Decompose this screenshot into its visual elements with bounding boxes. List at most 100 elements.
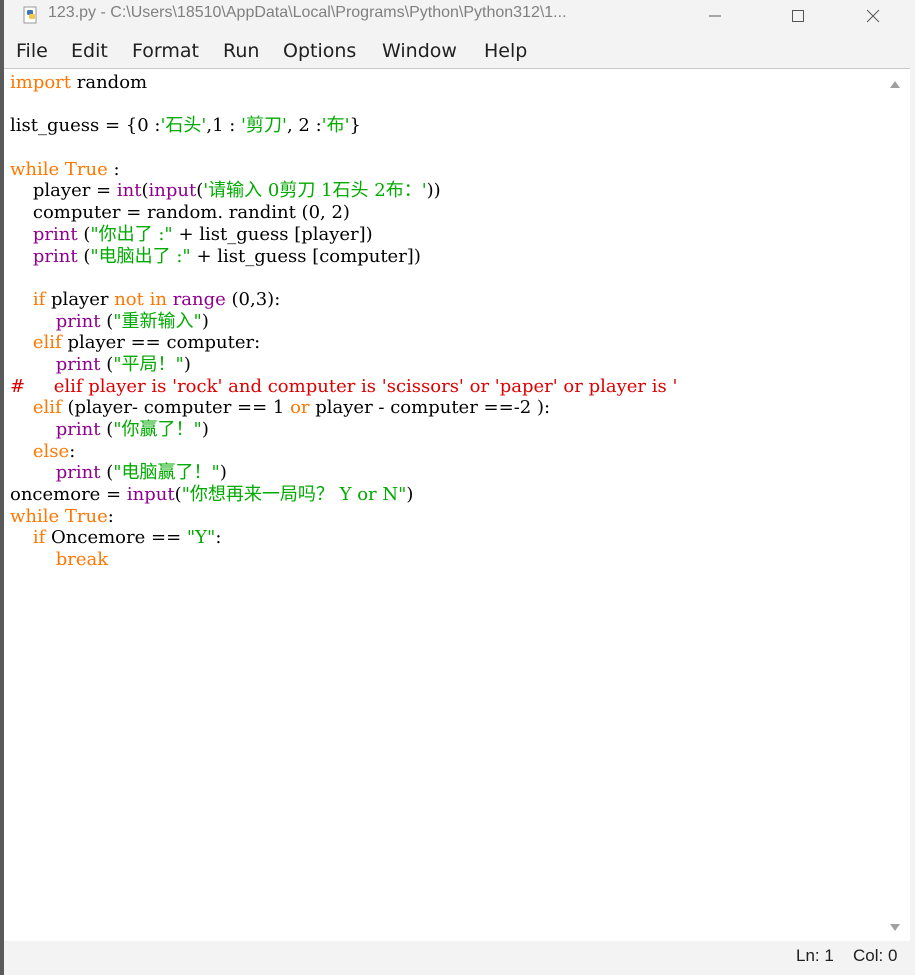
minimize-button[interactable] <box>687 0 743 32</box>
code-token: : <box>215 527 222 549</box>
code-token: or <box>290 397 310 419</box>
code-token: ( <box>100 462 114 484</box>
code-token: ( <box>77 245 91 267</box>
code-token: + list_guess [player]) <box>172 223 373 245</box>
code-token: print <box>55 310 101 332</box>
code-line: if Oncemore == "Y": <box>10 527 677 549</box>
code-token: ( <box>100 353 114 375</box>
code-line: print ("平局！") <box>10 354 677 376</box>
code-line: break <box>10 549 677 571</box>
code-token: else <box>32 440 70 462</box>
code-token: ( <box>77 223 91 245</box>
code-line: print ("你出了 :" + list_guess [player]) <box>10 224 677 246</box>
code-token: ) <box>406 484 414 506</box>
menu-options[interactable]: Options <box>283 40 356 62</box>
code-token: True <box>64 505 108 527</box>
menu-file[interactable]: File <box>16 40 48 62</box>
code-token: (0,3): <box>225 288 281 310</box>
scroll-down-icon[interactable] <box>888 920 902 932</box>
code-token: int <box>116 180 142 202</box>
code-token: , 2 : <box>286 115 322 137</box>
code-token: # elif player is 'rock' and computer is … <box>10 375 678 397</box>
python-file-icon <box>22 6 40 24</box>
code-token: "重新输入" <box>113 310 202 332</box>
close-button[interactable] <box>845 0 901 32</box>
code-token: random <box>71 72 148 93</box>
code-token: ) <box>201 419 209 440</box>
status-bar: Ln: 1 Col: 0 <box>4 941 915 975</box>
code-token: not <box>114 288 144 310</box>
code-line: player = int(input('请输入 0剪刀 1石头 2布：')) <box>10 180 677 202</box>
code-token: True <box>64 158 108 180</box>
code-token: print <box>55 462 101 484</box>
code-line: print ("重新输入") <box>10 311 677 333</box>
code-token: print <box>32 223 78 245</box>
code-editor[interactable]: import random list_guess = {0 :'石头',1 : '… <box>4 68 910 942</box>
code-token: computer = random. randint (0, 2) <box>10 202 350 224</box>
code-text-area[interactable]: import random list_guess = {0 :'石头',1 : '… <box>10 72 677 571</box>
code-token: print <box>32 245 78 267</box>
idle-editor-window: 123.py - C:\Users\18510\AppData\Local\Pr… <box>0 0 915 975</box>
code-token: "Y" <box>186 527 216 549</box>
title-bar[interactable]: 123.py - C:\Users\18510\AppData\Local\Pr… <box>4 0 915 32</box>
code-token: oncemore = <box>10 484 127 506</box>
code-token: while <box>10 505 60 527</box>
code-line: # elif player is 'rock' and computer is … <box>10 376 677 398</box>
code-token: : <box>69 440 76 462</box>
menu-run[interactable]: Run <box>223 40 259 62</box>
column-number-status: Col: 0 <box>853 946 898 965</box>
code-token: ,1 : <box>206 115 242 137</box>
code-line: elif player == computer: <box>10 332 677 354</box>
code-token: Oncemore == <box>45 527 187 549</box>
menu-edit[interactable]: Edit <box>71 40 108 62</box>
vertical-scrollbar[interactable] <box>884 70 906 938</box>
maximize-button[interactable] <box>770 0 826 32</box>
code-token: ( <box>100 419 114 440</box>
code-token: : <box>107 505 114 527</box>
menu-format[interactable]: Format <box>132 40 199 62</box>
code-token: input <box>148 180 197 202</box>
code-line: else: <box>10 441 677 463</box>
code-token: if <box>32 288 46 310</box>
code-token: input <box>126 484 175 506</box>
code-line: elif (player- computer == 1 or player - … <box>10 397 677 419</box>
code-token: print <box>55 353 101 375</box>
code-token: '请输入 0剪刀 1石头 2布：' <box>203 180 427 202</box>
code-line: import random <box>10 72 677 94</box>
code-token: player <box>45 288 115 310</box>
code-token: "平局！" <box>113 353 184 375</box>
code-token: player == computer: <box>61 332 261 354</box>
code-line: print ("电脑出了 :" + list_guess [computer]) <box>10 246 677 268</box>
code-token: while <box>10 158 60 180</box>
menu-help[interactable]: Help <box>484 40 527 62</box>
menu-bar: File Edit Format Run Options Window Help <box>4 34 915 68</box>
code-token: )) <box>426 180 441 202</box>
code-token: print <box>55 419 101 440</box>
code-token: ( <box>100 310 114 332</box>
code-token: elif <box>32 397 62 419</box>
minimize-icon <box>708 9 722 23</box>
maximize-icon <box>791 9 805 23</box>
code-line: oncemore = input("你想再来一局吗？ Y or N") <box>10 484 677 506</box>
scroll-up-icon[interactable] <box>888 78 902 90</box>
code-token: "你想再来一局吗？ Y or N" <box>181 484 407 506</box>
code-line: while True: <box>10 506 677 528</box>
code-token: } <box>349 115 361 137</box>
code-line: computer = random. randint (0, 2) <box>10 202 677 224</box>
code-token: '布' <box>321 115 350 137</box>
code-token: player = <box>10 180 117 202</box>
window-title: 123.py - C:\Users\18510\AppData\Local\Pr… <box>48 4 567 21</box>
code-token: import <box>10 72 72 93</box>
menu-window[interactable]: Window <box>382 40 457 62</box>
code-token: (player- computer == 1 <box>61 397 291 419</box>
